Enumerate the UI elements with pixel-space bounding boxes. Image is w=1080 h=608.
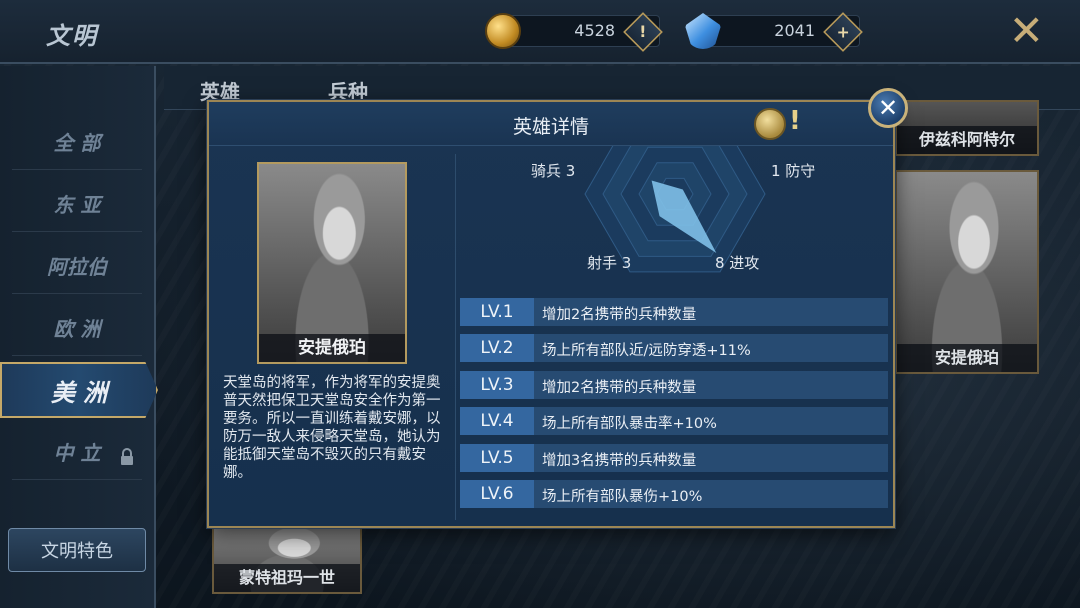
level-bonus-text: 增加3名携带的兵种数量	[542, 452, 697, 469]
gold-info-button[interactable]: !	[623, 12, 663, 52]
hero-detail-dialog: 英雄详情 ! 安提俄珀 天堂岛的将军，作为将军的安提奥普天然把保卫天堂岛安全作为…	[207, 100, 895, 528]
level-bonus-text: 增加2名携带的兵种数量	[542, 379, 697, 396]
sidebar-item-arabia[interactable]: 阿拉伯	[12, 238, 142, 294]
sidebar-item-americas[interactable]: 美 洲	[0, 362, 158, 418]
civilization-sidebar: 全 部 东 亚 阿拉伯 欧 洲 美 洲 中 立 文明特色	[0, 66, 158, 608]
level-bonus-text: 场上所有部队近/远防穿透+11%	[542, 343, 751, 360]
diamond-icon	[685, 13, 721, 49]
hero-description: 天堂岛的将军，作为将军的安提奥普天然把保卫天堂岛安全作为第一要务。所以一直训练着…	[223, 375, 441, 481]
hero-card-name: 安提俄珀	[897, 344, 1037, 372]
level-tag: LV.6	[460, 479, 534, 508]
level-row: LV.1 增加2名携带的兵种数量	[460, 298, 888, 326]
sidebar-item-east-asia[interactable]: 东 亚	[12, 176, 142, 232]
hero-skill-badge-icon[interactable]	[754, 108, 786, 140]
page-title: 文明	[46, 22, 98, 50]
sidebar-item-label: 中 立	[53, 441, 101, 465]
gold-coin-icon	[485, 13, 521, 49]
stat-defense: 1 防守	[771, 162, 816, 180]
stat-radar-chart	[584, 146, 766, 273]
hero-card-name: 伊兹科阿特尔	[897, 126, 1037, 154]
level-row: LV.5 增加3名携带的兵种数量	[460, 443, 888, 472]
level-bonus-text: 场上所有部队暴伤+10%	[542, 488, 703, 505]
level-tag: LV.4	[460, 407, 534, 436]
hero-card[interactable]: 蒙特祖玛一世	[212, 522, 362, 594]
hero-card[interactable]: 安提俄珀	[895, 170, 1039, 374]
gold-counter: 4528 !	[485, 12, 663, 52]
hero-portrait-image	[259, 164, 405, 362]
sidebar-item-neutral[interactable]: 中 立	[12, 424, 142, 480]
level-bonus-text: 增加2名携带的兵种数量	[542, 307, 697, 323]
level-bonus-text: 场上所有部队暴击率+10%	[542, 416, 717, 433]
hero-card[interactable]: 伊兹科阿特尔	[895, 100, 1039, 156]
stat-archer: 射手 3	[587, 254, 632, 272]
exclamation-icon: !	[639, 22, 647, 42]
hero-card-name: 蒙特祖玛一世	[214, 564, 360, 592]
lock-icon	[121, 448, 133, 465]
stat-attack: 8 进攻	[715, 254, 760, 272]
top-bar: 文明 4528 ! 2041 + ✕	[0, 0, 1080, 64]
gold-value: 4528	[574, 21, 615, 40]
sidebar-item-all[interactable]: 全 部	[12, 114, 142, 170]
dialog-header: 英雄详情 !	[209, 102, 893, 146]
add-gems-button[interactable]: +	[823, 12, 863, 52]
level-row: LV.6 场上所有部队暴伤+10%	[460, 479, 888, 508]
stat-cavalry: 骑兵 3	[531, 162, 576, 180]
hero-portrait-image	[897, 172, 1037, 372]
level-row: LV.2 场上所有部队近/远防穿透+11%	[460, 334, 888, 363]
gem-counter: 2041 +	[685, 12, 863, 52]
civilization-features-button[interactable]: 文明特色	[8, 528, 146, 572]
level-tag: LV.5	[460, 443, 534, 472]
hero-name: 安提俄珀	[259, 334, 405, 362]
level-bonus-list: LV.1 增加2名携带的兵种数量 LV.2 场上所有部队近/远防穿透+11% L…	[460, 298, 888, 516]
level-row: LV.3 增加2名携带的兵种数量	[460, 370, 888, 399]
level-row: LV.4 场上所有部队暴击率+10%	[460, 407, 888, 436]
level-tag: LV.1	[460, 298, 534, 326]
sidebar-item-europe[interactable]: 欧 洲	[12, 300, 142, 356]
level-tag: LV.3	[460, 370, 534, 399]
plus-icon: +	[836, 22, 850, 42]
divider	[455, 154, 456, 520]
close-page-button[interactable]: ✕	[1009, 10, 1044, 52]
level-tag: LV.2	[460, 334, 534, 363]
close-dialog-button[interactable]: ✕	[868, 88, 908, 128]
gem-value: 2041	[774, 21, 815, 40]
exclamation-icon: !	[789, 106, 801, 136]
hero-portrait: 安提俄珀	[257, 162, 407, 364]
